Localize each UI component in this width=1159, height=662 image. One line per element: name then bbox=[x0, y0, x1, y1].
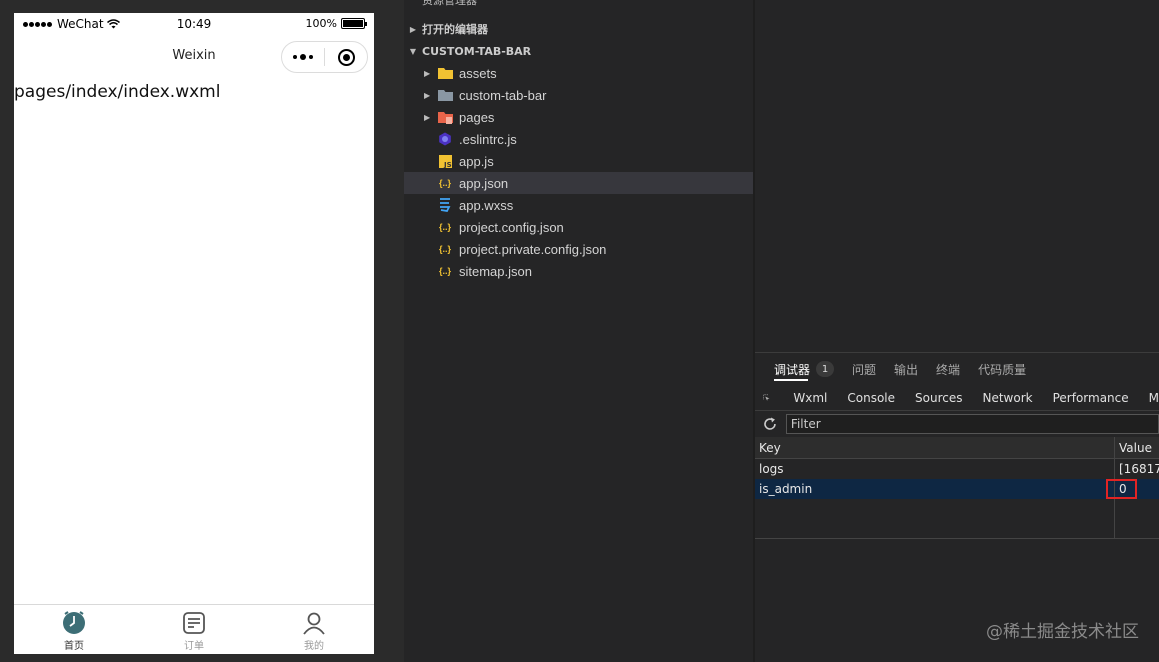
clock-icon bbox=[63, 611, 85, 634]
chevron-right-icon: ▶ bbox=[409, 24, 417, 34]
storage-table: Key Value logs [168178 is_admin 0 bbox=[755, 437, 1159, 539]
tab-terminal[interactable]: 终端 bbox=[936, 353, 960, 385]
tree-item-project-config[interactable]: {..} project.config.json bbox=[404, 216, 753, 238]
chevron-right-icon: ▶ bbox=[424, 112, 431, 122]
tab-network[interactable]: Network bbox=[982, 391, 1032, 405]
tab-bar: 首页 订单 我的 bbox=[14, 604, 374, 654]
json-icon: {..} bbox=[438, 222, 451, 232]
more-button[interactable] bbox=[282, 54, 324, 60]
editor-area bbox=[755, 0, 1159, 352]
order-icon bbox=[183, 612, 205, 634]
tab-me[interactable]: 我的 bbox=[254, 605, 374, 654]
json-icon: {..} bbox=[438, 178, 451, 188]
status-bar: WeChat 10:49 100% bbox=[14, 13, 374, 35]
table-header: Key Value bbox=[755, 437, 1159, 459]
debugger-tabs: 调试器 1 问题 输出 终端 代码质量 bbox=[755, 353, 1159, 385]
json-icon: {..} bbox=[438, 244, 451, 254]
column-value[interactable]: Value bbox=[1119, 441, 1152, 455]
phone-screen: WeChat 10:49 100% Weixin pages/index/ind… bbox=[14, 13, 374, 654]
watermark: @稀土掘金技术社区 bbox=[986, 622, 1139, 642]
tab-code-quality[interactable]: 代码质量 bbox=[978, 353, 1026, 385]
tree-item-custom-tab-bar[interactable]: ▶ custom-tab-bar bbox=[404, 84, 753, 106]
file-explorer: 资源管理器 ··· ▶ 打开的编辑器 ▼ CUSTOM-TAB-BAR ▶ as… bbox=[404, 0, 753, 662]
tree-item-project-private-config[interactable]: {..} project.private.config.json bbox=[404, 238, 753, 260]
css-icon bbox=[437, 197, 453, 213]
tab-more-truncated[interactable]: M bbox=[1149, 391, 1159, 405]
tree-item-app-js[interactable]: JS app.js bbox=[404, 150, 753, 172]
tree-item-app-wxss[interactable]: app.wxss bbox=[404, 194, 753, 216]
close-button[interactable] bbox=[325, 48, 367, 66]
folder-gray-icon bbox=[437, 87, 453, 103]
close-circle-icon bbox=[337, 48, 355, 66]
chevron-right-icon: ▶ bbox=[424, 68, 431, 78]
json-icon: {..} bbox=[438, 266, 451, 276]
table-row[interactable]: logs [168178 bbox=[755, 459, 1159, 479]
filter-input[interactable] bbox=[785, 414, 1159, 434]
tab-console[interactable]: Console bbox=[847, 391, 895, 405]
row-key: is_admin bbox=[759, 482, 813, 496]
tab-sources[interactable]: Sources bbox=[915, 391, 962, 405]
annotation-highlight-box bbox=[1106, 479, 1137, 499]
page-text: pages/index/index.wxml bbox=[14, 82, 221, 102]
section-open-editors[interactable]: ▶ 打开的编辑器 bbox=[404, 18, 753, 40]
debugger-badge: 1 bbox=[816, 361, 835, 377]
tree-item-app-json[interactable]: {..} app.json bbox=[404, 172, 753, 194]
tab-home-label: 首页 bbox=[64, 641, 84, 652]
column-key[interactable]: Key bbox=[759, 441, 781, 455]
tab-orders-label: 订单 bbox=[184, 641, 204, 652]
user-icon bbox=[303, 612, 325, 635]
tree-item-assets[interactable]: ▶ assets bbox=[404, 62, 753, 84]
section-project[interactable]: ▼ CUSTOM-TAB-BAR bbox=[404, 40, 753, 62]
row-key: logs bbox=[759, 462, 784, 476]
tab-output[interactable]: 输出 bbox=[894, 353, 918, 385]
svg-text:JS: JS bbox=[443, 161, 452, 168]
folder-yellow-icon bbox=[437, 65, 453, 81]
tab-home[interactable]: 首页 bbox=[14, 605, 134, 654]
tab-orders[interactable]: 订单 bbox=[134, 605, 254, 654]
tree-item-eslintrc[interactable]: .eslintrc.js bbox=[404, 128, 753, 150]
devtools-tabs: Wxml Console Sources Network Performance… bbox=[755, 385, 1159, 411]
explorer-more-button[interactable]: ··· bbox=[719, 0, 733, 5]
tree-item-sitemap[interactable]: {..} sitemap.json bbox=[404, 260, 753, 282]
tab-wxml[interactable]: Wxml bbox=[793, 391, 827, 405]
refresh-icon[interactable] bbox=[763, 417, 777, 431]
tree-item-pages[interactable]: ▶ pages bbox=[404, 106, 753, 128]
filter-bar bbox=[755, 411, 1159, 437]
chevron-down-icon: ▼ bbox=[409, 46, 417, 56]
row-value: [168178 bbox=[1119, 462, 1159, 476]
tab-me-label: 我的 bbox=[304, 641, 324, 652]
tab-performance[interactable]: Performance bbox=[1053, 391, 1129, 405]
simulator-panel: WeChat 10:49 100% Weixin pages/index/ind… bbox=[0, 0, 404, 662]
inspect-element-icon[interactable] bbox=[763, 390, 770, 406]
tab-problems[interactable]: 问题 bbox=[852, 353, 876, 385]
debugger-panel: 调试器 1 问题 输出 终端 代码质量 Wxml Console Sources… bbox=[755, 352, 1159, 662]
eslint-icon bbox=[437, 131, 453, 147]
battery-icon bbox=[341, 18, 367, 29]
folder-pages-icon bbox=[437, 109, 453, 125]
tab-debugger[interactable]: 调试器 1 bbox=[774, 353, 835, 385]
chevron-right-icon: ▶ bbox=[424, 90, 431, 100]
explorer-title: 资源管理器 bbox=[422, 0, 477, 7]
nav-bar: Weixin bbox=[14, 35, 374, 77]
menu-capsule bbox=[281, 41, 368, 73]
js-icon: JS bbox=[437, 153, 453, 169]
battery-percent: 100% bbox=[305, 17, 337, 30]
table-row-selected[interactable]: is_admin 0 bbox=[755, 479, 1159, 499]
